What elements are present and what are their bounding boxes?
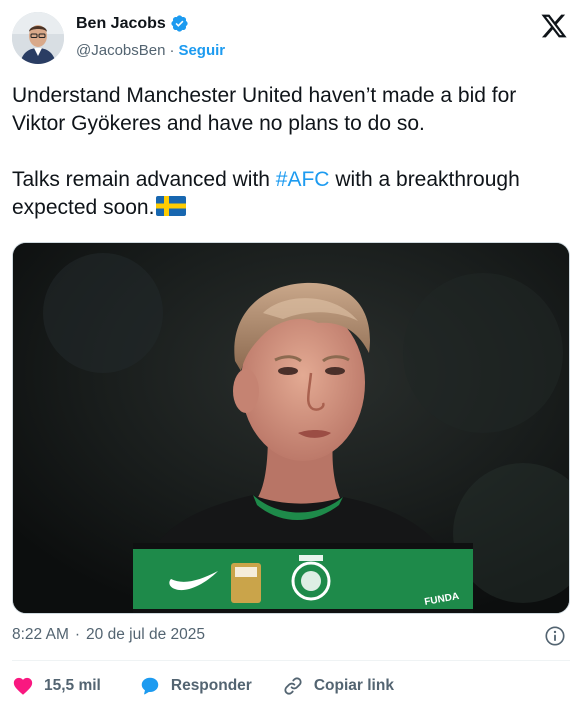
hashtag-link[interactable]: #AFC <box>276 168 330 191</box>
like-count: 15,5 mil <box>44 677 101 694</box>
follow-button[interactable]: Seguir <box>178 42 225 59</box>
author-name[interactable]: Ben Jacobs <box>76 15 166 33</box>
tweet-timestamp: 8:22 AM · 20 de jul de 2025 <box>12 626 205 644</box>
like-button[interactable]: 15,5 mil <box>12 675 101 697</box>
author-handle[interactable]: @JacobsBen <box>76 42 165 59</box>
avatar-photo <box>12 12 64 64</box>
info-icon[interactable] <box>544 625 566 647</box>
tweet-card: Ben Jacobs @JacobsBen · Seguir Understan… <box>0 0 582 706</box>
sweden-flag-emoji <box>156 196 187 216</box>
player-photo: FUNDA <box>13 243 569 613</box>
x-logo-icon[interactable] <box>540 12 568 40</box>
tweet-text-segment: Talks remain advanced with <box>12 168 276 191</box>
link-icon <box>284 677 302 695</box>
copy-link-label: Copiar link <box>313 677 394 694</box>
handle-separator: · <box>169 42 175 59</box>
reply-button[interactable]: Responder <box>139 675 252 697</box>
author-handle-row: @JacobsBen · Seguir <box>76 42 225 59</box>
heart-icon <box>13 677 33 695</box>
tweet-paragraph-2: Talks remain advanced with #AFC with a b… <box>12 166 572 222</box>
tweet-actions: 15,5 mil Responder Copiar link <box>12 672 394 700</box>
tweet-time[interactable]: 8:22 AM <box>12 626 69 644</box>
tweet-date[interactable]: 20 de jul de 2025 <box>86 626 205 644</box>
tweet-text: Understand Manchester United haven’t mad… <box>12 82 572 222</box>
divider <box>12 660 570 661</box>
verified-badge-icon <box>171 15 188 32</box>
copy-link-button[interactable]: Copiar link <box>282 675 394 697</box>
avatar[interactable] <box>12 12 64 64</box>
tweet-media-photo[interactable]: FUNDA <box>12 242 570 614</box>
timestamp-separator: · <box>74 626 81 643</box>
tweet-paragraph-1: Understand Manchester United haven’t mad… <box>12 84 517 135</box>
reply-bubble-icon <box>141 677 159 695</box>
reply-label: Responder <box>170 677 252 694</box>
author-name-row: Ben Jacobs <box>76 14 189 33</box>
